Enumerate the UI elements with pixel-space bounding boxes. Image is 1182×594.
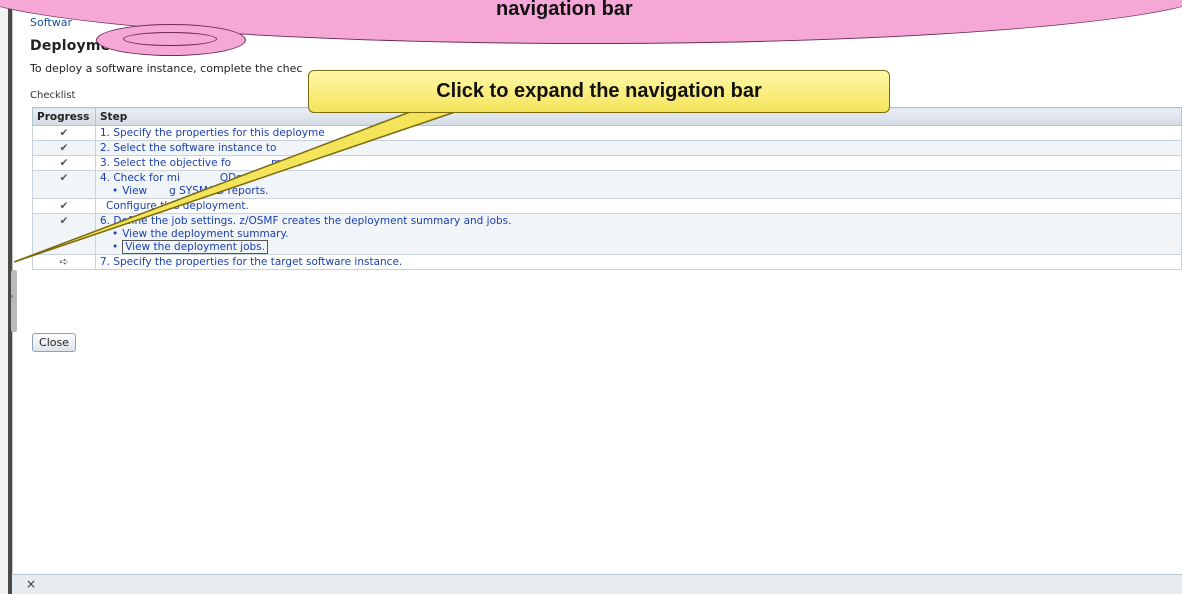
table-row: ✔ 3. Select the objective fo ment. xyxy=(32,155,1182,171)
sub-link[interactable]: View the deployment jobs. xyxy=(122,240,268,254)
sub-link[interactable]: View the deployment summary. xyxy=(122,228,288,240)
step-cell: 2. Select the software instance to xyxy=(95,140,1182,156)
step-link[interactable]: 3. Select the objective fo xyxy=(100,157,231,169)
callout-box: Click to expand the navigation bar xyxy=(308,70,890,113)
expand-navigation-handle[interactable]: › xyxy=(10,270,17,332)
collapsed-navigation-bar[interactable]: › xyxy=(0,0,17,594)
table-row: ✔ 1. Specify the properties for this dep… xyxy=(32,125,1182,141)
check-icon: ✔ xyxy=(32,125,96,141)
step-link[interactable]: 7. Specify the properties for the target… xyxy=(100,256,402,268)
step-link[interactable]: 2. Select the software instance to xyxy=(100,142,276,154)
table-row: ✔ 4. Check for mi ODs. • View g SYSMOD repo… xyxy=(32,170,1182,199)
current-step-arrow-icon: ➪ xyxy=(32,254,96,270)
table-row: ✔ 6. Define the job settings. z/OSMF cre… xyxy=(32,213,1182,255)
expand-arrow-icon: › xyxy=(10,292,14,302)
table-row: ✔ 2. Select the software instance to xyxy=(32,140,1182,156)
table-row: ➪ 7. Specify the properties for the targ… xyxy=(32,254,1182,270)
table-row: ✔ Configure this deployment. xyxy=(32,198,1182,214)
step-link-tail[interactable]: ODs. xyxy=(220,172,245,184)
intro-text: To deploy a software instance, complete … xyxy=(30,62,303,75)
step-cell: Configure this deployment. xyxy=(95,198,1182,214)
step-link[interactable]: 4. Check for mi xyxy=(100,172,180,184)
step-cell: 4. Check for mi ODs. • View g SYSMOD report… xyxy=(95,170,1182,199)
check-icon: ✔ xyxy=(32,170,96,199)
step-cell: 7. Specify the properties for the target… xyxy=(95,254,1182,270)
step-cell: 1. Specify the properties for this deplo… xyxy=(95,125,1182,141)
check-icon: ✔ xyxy=(32,140,96,156)
sub-item: • View the deployment jobs. xyxy=(112,240,1177,254)
check-icon: ✔ xyxy=(32,155,96,171)
sub-link[interactable]: View xyxy=(122,185,147,197)
step-link[interactable]: Configure this deployment. xyxy=(106,200,249,212)
check-icon: ✔ xyxy=(32,213,96,255)
footer-bar: × xyxy=(12,574,1182,594)
step-link[interactable]: 1. Specify the properties for this deplo… xyxy=(100,127,325,139)
close-button[interactable]: Close xyxy=(32,333,76,352)
table-caption: Checklist xyxy=(30,90,76,101)
cloud-bubble-inner xyxy=(123,32,217,46)
checklist-table: Progress Step ✔ 1. Specify the propertie… xyxy=(32,107,1182,270)
sub-item: • View g SYSMOD reports. xyxy=(112,185,269,197)
step-cell: 3. Select the objective fo ment. xyxy=(95,155,1182,171)
callout-cloud-text: navigation bar xyxy=(496,0,633,20)
sub-item: • View the deployment summary. xyxy=(112,228,289,240)
step-link[interactable]: 6. Define the job settings. z/OSMF creat… xyxy=(100,215,511,227)
step-link-tail[interactable]: ment. xyxy=(271,157,302,169)
check-icon: ✔ xyxy=(32,198,96,214)
step-cell: 6. Define the job settings. z/OSMF creat… xyxy=(95,213,1182,255)
close-icon[interactable]: × xyxy=(26,577,36,591)
sub-link[interactable]: g SYSMOD reports. xyxy=(169,185,268,197)
progress-column-header: Progress xyxy=(32,107,96,126)
